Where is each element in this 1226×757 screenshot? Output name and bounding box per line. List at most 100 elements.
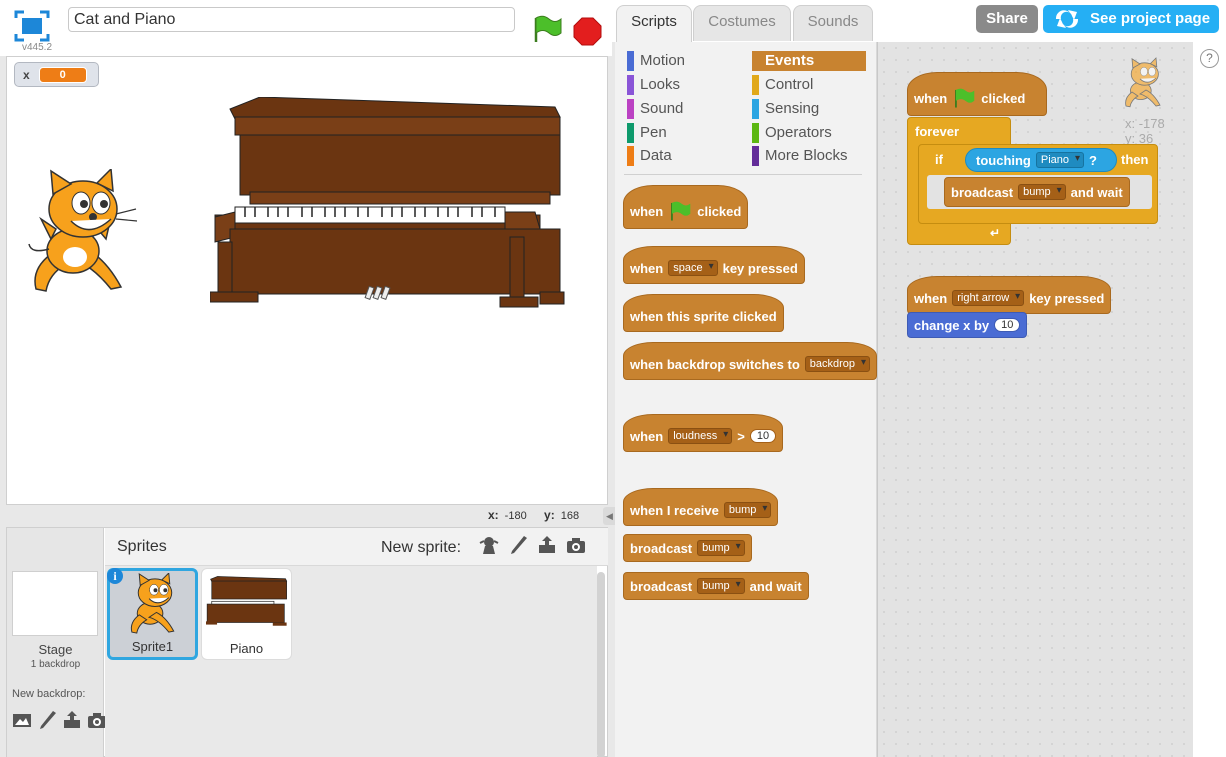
green-flag-icon <box>671 201 691 221</box>
block-text: clicked <box>981 90 1026 106</box>
block-text: broadcast <box>630 578 693 594</box>
message-dropdown[interactable]: bump <box>1018 184 1066 200</box>
block-broadcast-and-wait[interactable]: broadcast bump and wait <box>623 572 809 600</box>
script-change-x-by[interactable]: change x by 10 <box>907 312 1028 338</box>
fullscreen-icon[interactable] <box>14 10 50 42</box>
block-palette: Motion Looks Sound Pen Data Events Contr… <box>615 42 877 757</box>
category-more-blocks[interactable]: More Blocks <box>752 146 866 166</box>
piano-sprite[interactable] <box>210 97 566 319</box>
y-coord-label: y: <box>544 508 555 522</box>
sprite-name: Piano <box>229 641 264 656</box>
green-flag-icon[interactable] <box>531 14 563 44</box>
script-when-flag-clicked[interactable]: when clicked <box>907 72 1047 116</box>
tab-sounds[interactable]: Sounds <box>793 5 873 41</box>
block-text: when backdrop switches to <box>630 356 800 372</box>
sprite-card-piano[interactable]: Piano <box>201 568 292 660</box>
mouse-coords: x: -180 y: 168 <box>488 508 593 522</box>
loop-arrow-icon: ↵ <box>990 226 1001 240</box>
image-library-icon[interactable] <box>12 710 32 730</box>
block-text: when <box>630 260 664 276</box>
block-text: key pressed <box>1029 290 1105 306</box>
variable-monitor[interactable]: x 0 <box>14 62 99 87</box>
script-when-key-pressed[interactable]: when right arrow key pressed <box>907 276 1112 314</box>
category-sound[interactable]: Sound <box>627 99 739 119</box>
category-sensing[interactable]: Sensing <box>752 99 866 119</box>
touching-label: touching <box>976 152 1031 168</box>
cat-thumbnail <box>130 573 175 634</box>
stage-canvas[interactable]: x 0 <box>6 56 608 505</box>
tab-costumes[interactable]: Costumes <box>693 5 791 41</box>
sprite-x: x: -178 <box>1125 116 1165 131</box>
block-when-sprite-clicked[interactable]: when this sprite clicked <box>623 294 784 332</box>
backdrop-tools <box>12 710 107 730</box>
message-dropdown[interactable]: bump <box>697 578 745 594</box>
sprite-position: x: -178 y: 36 <box>1125 116 1165 146</box>
see-project-page-label: See project page <box>1090 10 1211 27</box>
key-dropdown[interactable]: space <box>668 260 718 276</box>
category-pen[interactable]: Pen <box>627 123 739 143</box>
block-broadcast[interactable]: broadcast bump <box>623 534 752 562</box>
paint-brush-icon[interactable] <box>37 710 57 730</box>
block-when-i-receive[interactable]: when I receive bump <box>623 488 779 526</box>
block-text: change x by <box>914 317 990 333</box>
category-motion[interactable]: Motion <box>627 51 739 71</box>
script-broadcast-and-wait[interactable]: broadcast bump and wait <box>944 177 1130 207</box>
touching-block[interactable]: touching Piano ? <box>965 148 1117 172</box>
category-looks[interactable]: Looks <box>627 75 739 95</box>
sprite-name: Sprite1 <box>131 639 174 654</box>
sprite-card-sprite1[interactable]: i Sprite1 <box>107 568 198 660</box>
project-title-input[interactable] <box>68 7 515 32</box>
sensor-dropdown[interactable]: loudness <box>668 428 733 444</box>
share-button[interactable]: Share <box>976 5 1038 33</box>
paint-brush-icon[interactable] <box>508 535 528 555</box>
block-text: when <box>914 290 948 306</box>
block-text: when this sprite clicked <box>630 308 777 324</box>
sprite-pane: Stage 1 backdrop New backdrop: Sprites N… <box>6 527 608 757</box>
category-data[interactable]: Data <box>627 146 739 166</box>
y-coord-value: 168 <box>560 510 580 522</box>
sprite-tools <box>479 535 586 555</box>
help-icon[interactable]: ? <box>1200 49 1219 68</box>
stage-label: Stage <box>38 642 73 657</box>
cat-sprite[interactable] <box>21 169 141 299</box>
sprites-scrollbar[interactable] <box>597 572 605 757</box>
then-label: then <box>1121 152 1149 167</box>
message-dropdown[interactable]: bump <box>697 540 745 556</box>
category-events[interactable]: Events <box>752 51 866 71</box>
category-control[interactable]: Control <box>752 75 866 95</box>
block-when-loudness[interactable]: when loudness > 10 <box>623 414 784 452</box>
sprite-library-icon[interactable] <box>479 535 499 555</box>
piano-thumbnail <box>206 576 288 626</box>
variable-value: 0 <box>38 66 87 83</box>
category-divider <box>624 174 862 175</box>
message-dropdown[interactable]: bump <box>723 502 772 518</box>
backdrop-dropdown[interactable]: backdrop <box>804 356 871 372</box>
camera-icon[interactable] <box>566 535 586 555</box>
version-label: v445.2 <box>22 42 53 53</box>
block-text: clicked <box>697 203 742 219</box>
touching-dropdown[interactable]: Piano <box>1035 152 1085 168</box>
block-text: > <box>737 428 745 444</box>
number-input[interactable]: 10 <box>749 429 777 443</box>
upload-icon[interactable] <box>62 710 82 730</box>
info-icon[interactable]: i <box>107 568 123 584</box>
block-when-flag-clicked[interactable]: when clicked <box>623 185 749 229</box>
block-text: and wait <box>749 578 802 594</box>
current-sprite-preview <box>1125 57 1161 108</box>
camera-icon[interactable] <box>87 710 107 730</box>
stop-icon[interactable] <box>573 17 602 46</box>
stage-thumbnail[interactable] <box>12 571 98 636</box>
block-when-backdrop-switches[interactable]: when backdrop switches to backdrop <box>623 342 877 380</box>
category-operators[interactable]: Operators <box>752 123 866 143</box>
upload-icon[interactable] <box>537 535 557 555</box>
tab-scripts[interactable]: Scripts <box>616 5 692 43</box>
block-text: key pressed <box>722 260 798 276</box>
new-sprite-label: New sprite: <box>381 539 462 556</box>
if-label: if <box>935 152 943 167</box>
forever-label: forever <box>915 124 960 139</box>
see-project-page-button[interactable]: See project page <box>1043 5 1219 33</box>
key-dropdown[interactable]: right arrow <box>952 290 1025 306</box>
number-input[interactable]: 10 <box>994 318 1021 332</box>
block-text: broadcast <box>951 184 1014 200</box>
block-when-key-pressed[interactable]: when space key pressed <box>623 246 805 284</box>
